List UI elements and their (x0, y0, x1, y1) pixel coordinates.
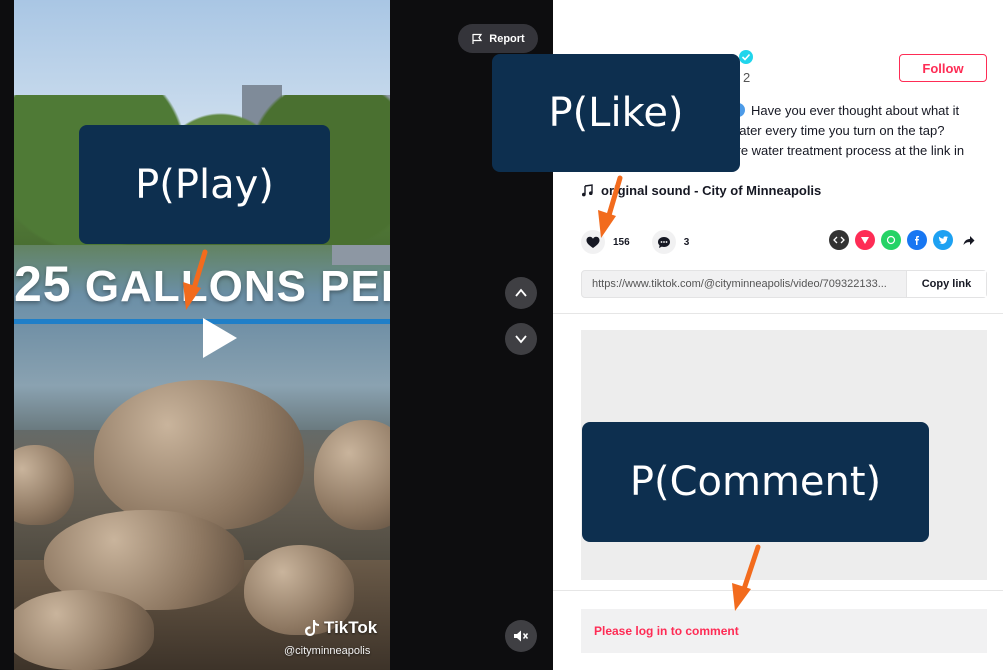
section-divider (553, 313, 1003, 314)
flag-icon (472, 33, 483, 44)
video-rock (14, 445, 74, 525)
heart-icon (586, 236, 600, 248)
music-note-icon (582, 184, 593, 197)
verified-badge-icon (739, 50, 753, 64)
follow-button[interactable]: Follow (899, 54, 987, 82)
like-count: 156 (613, 236, 630, 248)
music-link[interactable]: original sound - City of Minneapolis (581, 183, 821, 198)
twitter-icon[interactable] (933, 230, 953, 250)
watermark-brand: TikTok (324, 618, 378, 637)
report-label: Report (489, 32, 525, 45)
comment-input-bar: Please log in to comment (553, 590, 1003, 670)
whatsapp-icon[interactable] (881, 230, 901, 250)
embed-icon[interactable] (829, 230, 849, 250)
mute-button[interactable] (505, 620, 537, 652)
engagement-actions: 156 3 (581, 230, 703, 254)
facebook-icon[interactable] (907, 230, 927, 250)
overlay-words: GALLONS PER S (84, 262, 390, 311)
video-rock (314, 420, 390, 530)
annotation-like-label: P(Like) (492, 54, 740, 172)
tiktok-logo-icon (305, 620, 319, 636)
comment-bubble-icon (657, 236, 670, 248)
video-player-area: 25 GALLONS PER S TikTok @cityminneapolis (0, 0, 553, 670)
video-rock (14, 590, 154, 670)
annotation-play-label: P(Play) (79, 125, 330, 244)
watermark-handle: @cityminneapolis (284, 645, 371, 657)
chevron-down-icon (515, 335, 527, 344)
report-button[interactable]: Report (458, 24, 538, 53)
play-icon (203, 318, 237, 358)
comment-count: 3 (683, 236, 690, 248)
login-to-comment-link[interactable]: Please log in to comment (581, 609, 987, 653)
music-label: original sound - City of Minneapolis (601, 183, 822, 198)
caption-text: Have you ever thought about what it (751, 103, 960, 118)
next-video-button[interactable] (505, 323, 537, 355)
annotation-comment-label: P(Comment) (582, 422, 929, 542)
chevron-up-icon (515, 288, 527, 297)
comment-button[interactable] (651, 230, 676, 254)
overlay-number: 25 (14, 256, 72, 312)
send-to-friends-icon[interactable] (855, 230, 875, 250)
copy-link-button[interactable]: Copy link (906, 271, 986, 297)
post-date: 2 (743, 70, 751, 85)
play-button[interactable] (200, 315, 240, 361)
video-overlay-text: 25 GALLONS PER S (14, 255, 390, 313)
share-arrow-icon[interactable] (959, 230, 979, 250)
share-link-box: https://www.tiktok.com/@cityminneapolis/… (581, 270, 987, 298)
tiktok-video-page: 25 GALLONS PER S TikTok @cityminneapolis (0, 0, 1003, 670)
tiktok-watermark: TikTok (304, 618, 377, 638)
previous-video-button[interactable] (505, 277, 537, 309)
speaker-muted-icon (514, 630, 529, 642)
like-button[interactable] (581, 230, 605, 254)
video-rock (94, 380, 304, 530)
video-frame[interactable]: 25 GALLONS PER S TikTok @cityminneapolis (14, 0, 390, 670)
share-options (829, 230, 979, 250)
share-link-url[interactable]: https://www.tiktok.com/@cityminneapolis/… (582, 278, 906, 290)
